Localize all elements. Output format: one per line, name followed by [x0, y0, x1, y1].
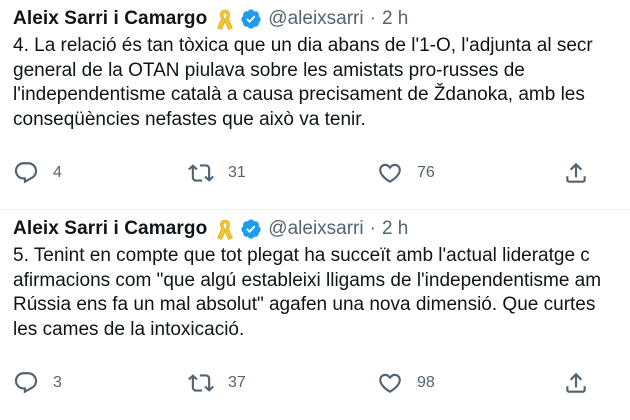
heart-icon — [379, 163, 401, 183]
retweet-count: 31 — [228, 164, 246, 181]
heart-icon — [379, 373, 401, 393]
tweet-header: Aleix Sarri i Camargo @aleixsarri · 2 h — [13, 6, 408, 32]
share-button[interactable] — [563, 368, 589, 398]
reply-icon — [14, 162, 38, 184]
author-name[interactable]: Aleix Sarri i Camargo — [13, 218, 207, 240]
separator-dot: · — [369, 218, 376, 239]
reply-count: 4 — [53, 164, 62, 181]
reply-icon — [14, 372, 38, 394]
retweet-count: 37 — [228, 374, 246, 391]
tweet-actions: 3 37 98 — [0, 368, 630, 398]
verified-badge-icon — [240, 218, 262, 240]
tweet-text-line: conseqüències nefastes que això va tenir… — [13, 108, 366, 130]
retweet-button[interactable]: 37 — [188, 368, 246, 398]
retweet-button[interactable]: 31 — [188, 158, 246, 188]
like-button[interactable]: 98 — [377, 368, 435, 398]
tweet-text-line: Rússia ens fa un mal absolut" agafen una… — [13, 294, 596, 315]
like-count: 98 — [417, 374, 435, 391]
tweet-text-line: 4. La relació és tan tòxica que un dia a… — [13, 35, 593, 56]
tweet-text-line: 5. Tenint en compte que tot plegat ha su… — [13, 245, 590, 266]
reply-button[interactable]: 4 — [13, 158, 62, 188]
author-handle[interactable]: @aleixsarri — [268, 218, 363, 240]
tweet-text-line: general de la OTAN piulava sobre les ami… — [13, 59, 525, 81]
tweet-text-line: l'independentisme català a causa precisa… — [13, 84, 585, 105]
like-count: 76 — [417, 164, 435, 181]
tweet-actions: 4 31 76 — [0, 158, 630, 188]
yellow-ribbon-icon — [214, 217, 236, 241]
share-icon — [566, 162, 586, 183]
share-icon — [566, 372, 586, 393]
tweet-text-line: les cames de la intoxicació. — [13, 318, 245, 340]
retweet-icon — [188, 164, 214, 182]
reply-button[interactable]: 3 — [13, 368, 62, 398]
tweet-timestamp[interactable]: 2 h — [382, 8, 408, 30]
tweet-timestamp[interactable]: 2 h — [382, 218, 408, 240]
like-button[interactable]: 76 — [377, 158, 435, 188]
author-name[interactable]: Aleix Sarri i Camargo — [13, 8, 207, 30]
tweet[interactable]: Aleix Sarri i Camargo @aleixsarri · 2 h … — [0, 210, 630, 420]
reply-count: 3 — [53, 374, 62, 391]
separator-dot: · — [369, 8, 376, 29]
share-button[interactable] — [563, 158, 589, 188]
tweet[interactable]: Aleix Sarri i Camargo @aleixsarri · 2 h … — [0, 0, 630, 210]
tweet-text: 4. La relació és tan tòxica que un dia a… — [13, 34, 630, 132]
verified-badge-icon — [240, 8, 262, 30]
tweet-header: Aleix Sarri i Camargo @aleixsarri · 2 h — [13, 216, 408, 242]
tweet-text: 5. Tenint en compte que tot plegat ha su… — [13, 244, 630, 342]
retweet-icon — [188, 374, 214, 392]
yellow-ribbon-icon — [214, 7, 236, 31]
tweet-text-line: afirmacions com "que algú estableixi lli… — [13, 269, 602, 291]
author-handle[interactable]: @aleixsarri — [268, 8, 363, 30]
